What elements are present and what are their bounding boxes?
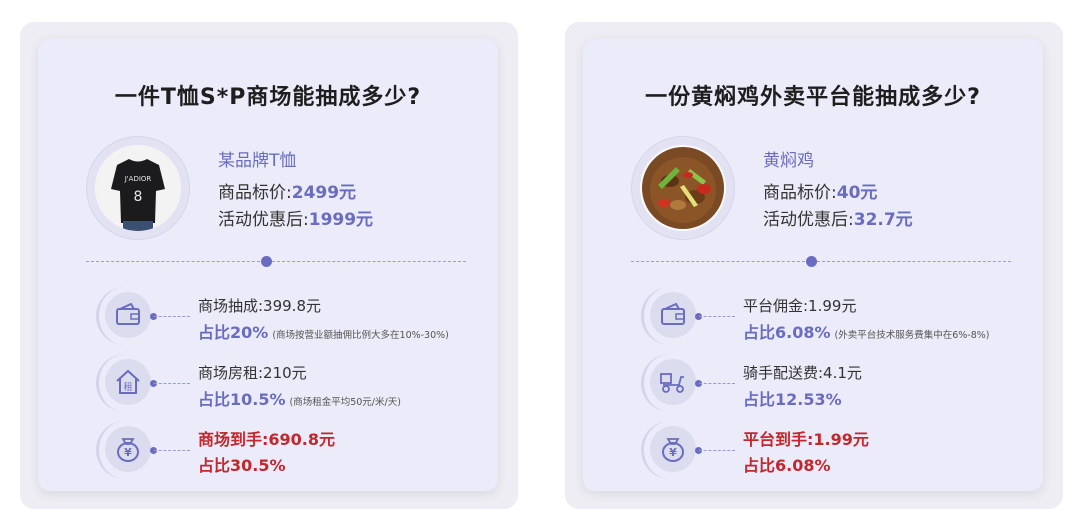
house-rent-icon: 租 [116,369,140,394]
divider-dot [261,256,272,267]
row-share: 占比12.53% [743,386,846,410]
tshirt-photo: J'ADIOR 8 [95,145,181,231]
price-label: 商品标价: [763,183,837,203]
discount-line: 活动优惠后:32.7元 [763,205,913,230]
share-note: (商场租金平均50元/米/天) [289,397,401,408]
wallet-icon-badge [96,287,154,345]
chicken-panel: 一份黄焖鸡外卖平台能抽成多少? 黄焖鸡 商品标价:40元 活动优惠后:32.7元… [565,22,1063,509]
product-image-ring: J'ADIOR 8 [86,136,190,240]
wallet-icon-badge [641,287,699,345]
row-share-highlight: 占比6.08% [743,456,831,475]
rent-glyph: 租 [123,382,132,393]
tshirt-card: 一件T恤S*P商场能抽成多少? J'ADIOR 8 某品牌T恤 商品标价:249… [38,39,498,491]
tshirt-panel: 一件T恤S*P商场能抽成多少? J'ADIOR 8 某品牌T恤 商品标价:249… [20,22,518,509]
row-label-highlight: 商场到手:690.8元 [198,430,336,449]
yen-glyph: ¥ [669,446,677,459]
house-rent-icon-badge: 租 [96,354,154,412]
share-value: 占比10.5% [198,390,286,409]
row-share-highlight: 占比30.5% [198,456,286,475]
product-name: 某品牌T恤 [218,151,297,171]
connector-line [699,383,735,384]
discount-label: 活动优惠后: [218,210,309,230]
product-image-ring [631,136,735,240]
discount-line: 活动优惠后:1999元 [218,205,373,230]
row-label: 骑手配送费:4.1元 [743,364,862,382]
row-label-highlight: 平台到手:1.99元 [743,430,869,449]
row-share: 占比6.08% (外卖平台技术服务费集中在6%-8%) [743,319,990,343]
discount-value: 1999元 [308,210,374,230]
chicken-photo [640,145,726,231]
scooter-icon [660,373,684,393]
row-share: 占比10.5% (商场租金平均50元/米/天) [198,386,401,410]
scooter-icon-badge [641,354,699,412]
shirt-print-number: 8 [134,189,143,205]
divider-dot [806,256,817,267]
price-value: 40元 [836,183,878,203]
price-line: 商品标价:2499元 [218,178,356,203]
share-note: (商场按营业额抽佣比例大多在10%-30%) [272,330,449,341]
section-divider [631,261,1011,262]
connector-line [154,316,190,317]
share-value: 占比20% [198,323,269,342]
yen-glyph: ¥ [124,446,132,459]
section-divider [86,261,466,262]
wallet-icon [116,302,140,325]
row-label: 平台佣金:1.99元 [743,297,857,315]
discount-label: 活动优惠后: [763,210,854,230]
row-share: 占比20% (商场按营业额抽佣比例大多在10%-30%) [198,319,449,343]
chicken-card: 一份黄焖鸡外卖平台能抽成多少? 黄焖鸡 商品标价:40元 活动优惠后:32.7元… [583,39,1043,491]
discount-value: 32.7元 [853,210,913,230]
shirt-print-text: J'ADIOR [124,175,152,183]
money-bag-icon: ¥ [117,438,139,462]
product-name: 黄焖鸡 [763,151,814,171]
card-title: 一件T恤S*P商场能抽成多少? [114,85,422,110]
wallet-icon [661,302,685,325]
money-bag-icon: ¥ [662,438,684,462]
price-line: 商品标价:40元 [763,178,877,203]
connector-line [154,383,190,384]
share-value: 占比12.53% [743,390,842,409]
card-title: 一份黄焖鸡外卖平台能抽成多少? [645,85,981,110]
price-label: 商品标价: [218,183,292,203]
connector-line [699,450,735,451]
connector-line [154,450,190,451]
connector-line [699,316,735,317]
share-note: (外卖平台技术服务费集中在6%-8%) [834,330,990,341]
money-bag-icon-badge: ¥ [641,421,699,479]
row-label: 商场抽成:399.8元 [198,297,321,315]
row-label: 商场房租:210元 [198,364,307,382]
share-value: 占比6.08% [743,323,831,342]
money-bag-icon-badge: ¥ [96,421,154,479]
price-value: 2499元 [291,183,357,203]
